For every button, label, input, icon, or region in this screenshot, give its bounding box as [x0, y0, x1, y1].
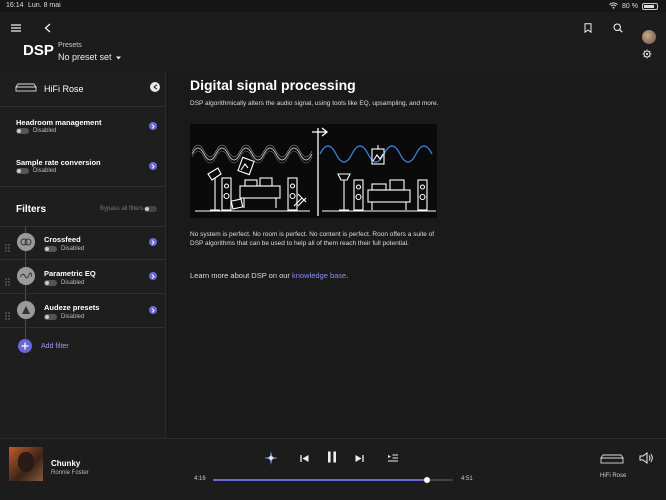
audeze-toggle[interactable] [44, 314, 57, 320]
presets-dropdown[interactable]: No preset set [58, 52, 121, 62]
now-playing-bar: Chunky Ronnie Foster 4:16 4:51 HiFi Rose [0, 438, 666, 500]
presets-label: Presets [58, 42, 82, 49]
bypass-label: Bypass all filters [100, 206, 144, 212]
crossfeed-toggle[interactable] [44, 246, 57, 252]
pause-icon[interactable] [325, 450, 339, 464]
queue-icon[interactable] [387, 452, 399, 464]
status-bar: 16:14 Lun. 8 mai 80 % [0, 0, 666, 12]
filter-name: Crossfeed [44, 235, 81, 244]
total-time: 4:51 [461, 476, 473, 482]
filter-status: Disabled [61, 314, 85, 320]
divider [0, 186, 166, 187]
filter-name: Audeze presets [44, 303, 100, 312]
chevron-right-icon[interactable] [149, 122, 157, 130]
chevron-right-icon[interactable] [149, 238, 157, 246]
setting-title: Sample rate conversion [16, 158, 101, 167]
bypass-toggle[interactable] [144, 206, 157, 212]
back-icon[interactable] [41, 22, 53, 34]
sample-rate-toggle[interactable] [16, 168, 29, 174]
status-right: 80 % [609, 2, 658, 11]
headroom-toggle[interactable] [16, 128, 29, 134]
learn-more-suffix: . [346, 271, 349, 280]
page-heading: Digital signal processing [190, 77, 356, 93]
zone-device-icon[interactable] [600, 453, 624, 465]
dsp-info-panel: Digital signal processing DSP algorithmi… [166, 72, 666, 438]
streamer-device-icon [15, 83, 37, 93]
filter-row-crossfeed[interactable]: Crossfeed Disabled [0, 226, 166, 260]
filter-status: Disabled [61, 246, 85, 252]
filter-row-parametric-eq[interactable]: Parametric EQ Disabled [0, 260, 166, 294]
track-title[interactable]: Chunky [51, 459, 80, 468]
page-title: DSP [23, 42, 54, 59]
caret-down-icon [115, 52, 121, 62]
add-filter-button[interactable] [18, 339, 32, 353]
wifi-icon [609, 2, 618, 11]
dsp-sidebar: HiFi Rose Headroom management Disabled S… [0, 72, 166, 438]
eq-curve-icon [17, 267, 35, 285]
track-artist[interactable]: Ronnie Foster [51, 470, 89, 476]
bookmark-icon[interactable] [582, 22, 594, 34]
filters-title: Filters [16, 204, 47, 215]
learn-more-prefix: Learn more about DSP on our [190, 271, 293, 280]
setting-status: Disabled [33, 128, 57, 134]
battery-icon [642, 3, 658, 10]
intro-text: DSP algorithmically alters the audio sig… [190, 100, 439, 107]
filter-status: Disabled [61, 280, 85, 286]
divider [0, 106, 166, 107]
zone-name[interactable]: HiFi Rose [600, 473, 626, 479]
bypass-all-filters[interactable]: Bypass all filters [100, 206, 157, 212]
chevron-right-icon[interactable] [149, 306, 157, 314]
presets-value: No preset set [58, 52, 112, 62]
body-text: No system is perfect. No room is perfect… [190, 231, 435, 247]
gear-icon[interactable] [641, 48, 653, 60]
seek-handle[interactable] [423, 477, 430, 483]
setting-status: Disabled [33, 168, 57, 174]
chevron-right-icon[interactable] [149, 162, 157, 170]
filter-name: Parametric EQ [44, 269, 96, 278]
crossfeed-icon [17, 233, 35, 251]
drag-handle-icon[interactable] [5, 239, 10, 252]
device-header: HiFi Rose [0, 72, 166, 106]
avatar[interactable] [642, 30, 656, 44]
elapsed-time: 4:16 [194, 476, 206, 482]
status-time: 16:14 [6, 2, 24, 9]
next-track-icon[interactable] [353, 452, 365, 464]
seek-bar[interactable] [213, 477, 453, 483]
setting-headroom-management[interactable]: Headroom management Disabled [0, 118, 166, 152]
drag-handle-icon[interactable] [5, 307, 10, 320]
collapse-button[interactable] [150, 82, 160, 92]
dsp-illustration-art [191, 127, 436, 216]
menu-icon[interactable] [10, 22, 22, 34]
volume-icon[interactable] [638, 451, 654, 465]
radio-spark-icon[interactable] [264, 451, 278, 465]
add-filter-label[interactable]: Add filter [41, 343, 69, 350]
parametric-eq-toggle[interactable] [44, 280, 57, 286]
previous-track-icon[interactable] [298, 452, 310, 464]
plus-icon [21, 342, 29, 350]
learn-more-text: Learn more about DSP on our knowledge ba… [190, 271, 348, 280]
drag-handle-icon[interactable] [5, 273, 10, 286]
album-art[interactable] [9, 447, 43, 481]
device-name: HiFi Rose [44, 84, 84, 94]
setting-title: Headroom management [16, 118, 102, 127]
dsp-illustration [190, 124, 437, 218]
search-icon[interactable] [612, 22, 624, 34]
chevron-right-icon[interactable] [149, 272, 157, 280]
top-bar: DSP Presets No preset set [0, 12, 666, 72]
seek-progress [213, 479, 427, 481]
knowledge-base-link[interactable]: knowledge base [292, 271, 346, 280]
battery-percent: 80 % [622, 3, 638, 10]
status-date: Lun. 8 mai [28, 2, 61, 9]
audeze-logo-icon [17, 301, 35, 319]
filter-row-audeze-presets[interactable]: Audeze presets Disabled [0, 294, 166, 328]
